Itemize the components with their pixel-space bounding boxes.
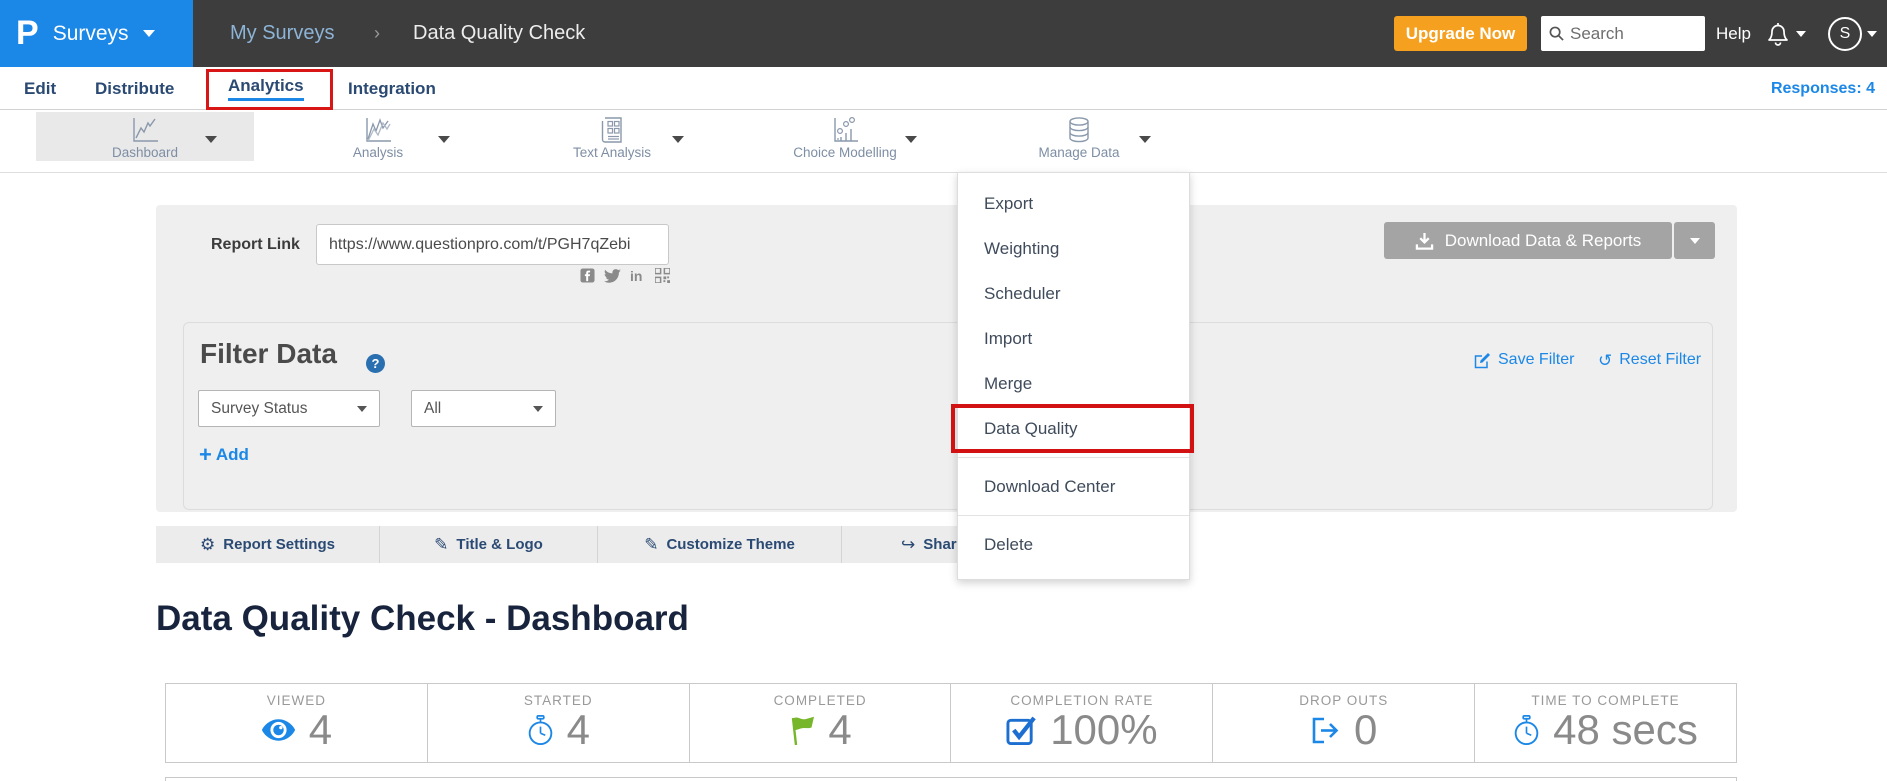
stat-started: STARTED 4	[428, 684, 690, 762]
menu-divider	[958, 457, 1189, 458]
reset-filter-button[interactable]: ↺ Reset Filter	[1598, 351, 1701, 369]
toolbar-choice-modelling-button[interactable]: Choice Modelling	[736, 112, 954, 161]
line-chart-icon	[130, 115, 160, 145]
chevron-down-icon	[1867, 31, 1877, 37]
menu-item-import[interactable]: Import	[958, 316, 1189, 361]
menu-item-merge[interactable]: Merge	[958, 361, 1189, 406]
product-switcher[interactable]: P Surveys	[0, 0, 193, 67]
edit-icon	[1474, 352, 1491, 369]
stat-drop-outs: DROP OUTS 0	[1213, 684, 1475, 762]
breadcrumb-survey-name: Data Quality Check	[413, 0, 585, 67]
breadcrumb-separator: ›	[374, 0, 380, 67]
tab-edit[interactable]: Edit	[24, 67, 56, 110]
next-panel-edge	[165, 777, 1737, 781]
plus-icon: +	[199, 444, 212, 466]
database-icon	[1064, 115, 1094, 145]
qr-code-icon[interactable]	[655, 268, 670, 283]
gear-icon: ⚙	[200, 536, 215, 553]
exit-icon	[1310, 716, 1341, 745]
edit-icon: ✎	[644, 536, 658, 553]
facebook-icon[interactable]	[580, 268, 595, 283]
menu-item-data-quality[interactable]: Data Quality	[958, 406, 1189, 451]
download-data-reports-button[interactable]: Download Data & Reports	[1384, 222, 1672, 259]
chevron-down-icon	[1690, 238, 1700, 244]
global-search[interactable]	[1541, 16, 1705, 51]
edit-icon: ✎	[434, 536, 448, 553]
top-header: P Surveys My Surveys › Data Quality Chec…	[0, 0, 1887, 67]
toolbar-analysis-button[interactable]: Analysis	[269, 112, 487, 161]
newspaper-icon	[597, 115, 627, 145]
multi-line-chart-icon	[363, 115, 393, 145]
questionpro-analytics-page: P Surveys My Surveys › Data Quality Chec…	[0, 0, 1887, 781]
toolbar-manage-data-button[interactable]: Manage Data	[970, 112, 1188, 161]
linkedin-icon[interactable]: in	[630, 269, 646, 283]
chevron-down-icon	[533, 406, 543, 412]
filter-data-title: Filter Data	[200, 338, 337, 370]
menu-item-export[interactable]: Export	[958, 181, 1189, 226]
manage-data-dropdown: Export Weighting Scheduler Import Merge …	[957, 172, 1190, 580]
report-settings-button[interactable]: ⚙ Report Settings	[156, 526, 380, 563]
save-filter-button[interactable]: Save Filter	[1474, 351, 1574, 369]
chevron-down-icon	[1139, 136, 1151, 143]
stat-completion-rate: COMPLETION RATE 100%	[951, 684, 1213, 762]
tab-integration[interactable]: Integration	[348, 67, 436, 110]
stopwatch-icon	[1513, 715, 1540, 746]
menu-item-download-center[interactable]: Download Center	[958, 464, 1189, 509]
download-options-button[interactable]	[1674, 222, 1715, 259]
search-icon	[1549, 26, 1564, 41]
product-menu-label: Surveys	[53, 22, 129, 46]
stat-time-to-complete: TIME TO COMPLETE 48 secs	[1475, 684, 1736, 762]
menu-item-weighting[interactable]: Weighting	[958, 226, 1189, 271]
chevron-down-icon	[205, 136, 217, 143]
stat-viewed: VIEWED 4	[166, 684, 428, 762]
chevron-down-icon	[438, 136, 450, 143]
download-icon	[1415, 232, 1434, 250]
svg-text:in: in	[630, 269, 642, 283]
toolbar-text-analysis-button[interactable]: Text Analysis	[503, 112, 721, 161]
breadcrumb-my-surveys[interactable]: My Surveys	[230, 0, 334, 67]
stopwatch-icon	[527, 715, 554, 746]
page-title: Data Quality Check - Dashboard	[156, 599, 689, 639]
twitter-icon[interactable]	[604, 269, 621, 283]
report-link-label: Report Link	[211, 236, 300, 254]
bell-icon	[1766, 20, 1790, 47]
notifications-button[interactable]	[1766, 0, 1806, 67]
reset-icon: ↺	[1598, 352, 1612, 369]
title-logo-button[interactable]: ✎ Title & Logo	[380, 526, 598, 563]
chevron-down-icon	[1796, 31, 1806, 37]
menu-divider	[958, 515, 1189, 516]
share-icon: ↪	[901, 536, 915, 553]
share-icons-row: in	[580, 268, 670, 283]
help-link[interactable]: Help	[1716, 0, 1751, 67]
tab-distribute[interactable]: Distribute	[95, 67, 174, 110]
filter-value-select[interactable]: All	[411, 390, 556, 427]
chevron-down-icon	[143, 30, 155, 37]
bubble-chart-icon	[830, 115, 860, 145]
chevron-down-icon	[672, 136, 684, 143]
chevron-down-icon	[905, 136, 917, 143]
account-menu[interactable]: S	[1828, 0, 1877, 67]
survey-stats-bar: VIEWED 4 STARTED	[165, 683, 1737, 763]
survey-status-select[interactable]: Survey Status	[198, 390, 380, 427]
chevron-down-icon	[357, 406, 367, 412]
add-filter-button[interactable]: + Add	[199, 444, 249, 466]
questionpro-logo: P	[16, 14, 39, 53]
help-icon[interactable]: ?	[366, 354, 385, 373]
responses-count: Responses: 4	[1771, 67, 1875, 110]
upgrade-now-button[interactable]: Upgrade Now	[1394, 16, 1527, 51]
search-input[interactable]	[1570, 24, 1690, 44]
avatar: S	[1828, 17, 1862, 51]
tab-analytics[interactable]: Analytics	[228, 67, 304, 110]
flag-icon	[788, 715, 815, 746]
customize-theme-button[interactable]: ✎ Customize Theme	[598, 526, 842, 563]
stat-completed: COMPLETED 4	[690, 684, 952, 762]
analytics-toolbar: Dashboard Analysis Text Analysis	[0, 110, 1887, 173]
survey-tab-bar: Edit Distribute Analytics Integration Re…	[0, 67, 1887, 110]
checkbox-icon	[1006, 715, 1037, 746]
report-link-input[interactable]	[316, 224, 669, 265]
menu-item-scheduler[interactable]: Scheduler	[958, 271, 1189, 316]
toolbar-dashboard-button[interactable]: Dashboard	[36, 112, 254, 161]
menu-item-delete[interactable]: Delete	[958, 522, 1189, 567]
eye-icon	[261, 718, 296, 742]
